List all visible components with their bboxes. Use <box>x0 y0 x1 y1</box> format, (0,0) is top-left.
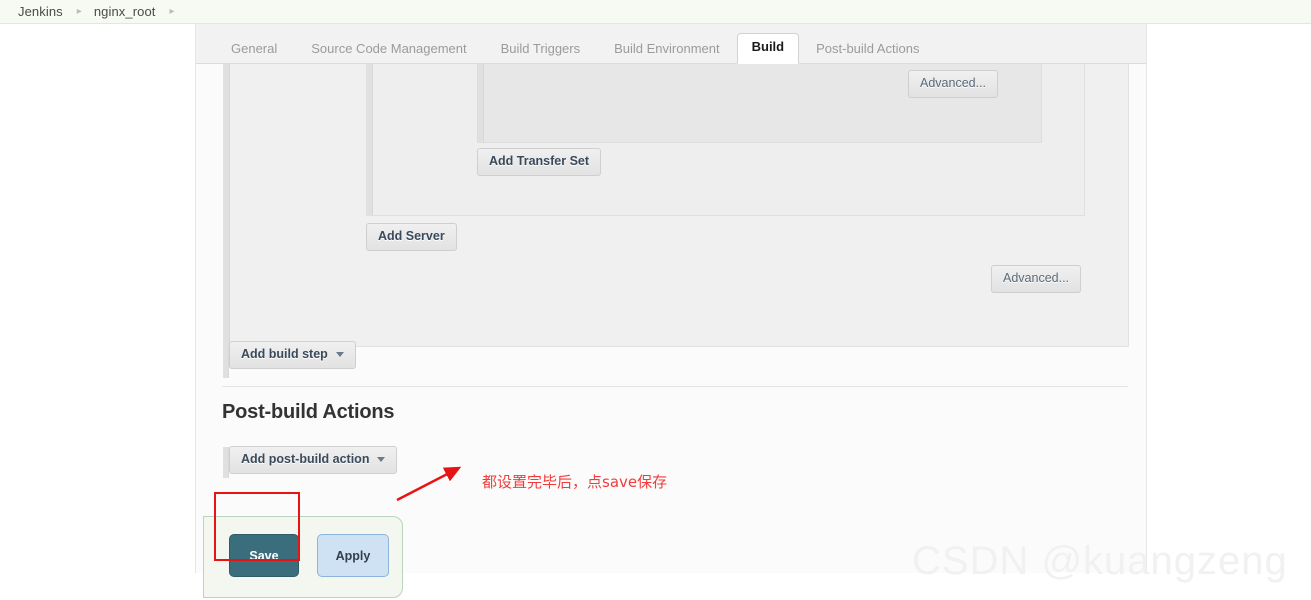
add-build-step-button[interactable]: Add build step <box>229 341 356 369</box>
breadcrumb-separator-icon: ▸ <box>76 5 82 17</box>
tab-source-code-management[interactable]: Source Code Management <box>294 35 483 64</box>
add-build-step-label: Add build step <box>241 347 328 361</box>
server-block: Advanced... Add Transfer Set <box>366 64 1085 216</box>
block-gutter-bar <box>224 64 230 347</box>
add-transfer-set-button[interactable]: Add Transfer Set <box>477 148 602 176</box>
breadcrumb: Jenkins ▸ nginx_root ▸ <box>0 0 1311 24</box>
annotation-text: 都设置完毕后，点save保存 <box>482 473 668 491</box>
section-divider <box>222 386 1128 387</box>
tab-general[interactable]: General <box>214 35 294 64</box>
breadcrumb-item-jenkins[interactable]: Jenkins <box>18 4 63 19</box>
advanced-inner-button[interactable]: Advanced... <box>908 70 999 98</box>
build-step-outer-block: Advanced... Add Transfer Set Add Server … <box>223 64 1129 347</box>
chevron-down-icon <box>335 352 344 357</box>
add-post-build-action-button[interactable]: Add post-build action <box>229 446 398 474</box>
add-post-build-action-label: Add post-build action <box>241 452 370 466</box>
submit-button-bar: Save Apply <box>203 516 403 598</box>
config-tab-bar: General Source Code Management Build Tri… <box>196 24 1146 64</box>
tab-build-environment[interactable]: Build Environment <box>597 35 737 64</box>
breadcrumb-item-nginx-root[interactable]: nginx_root <box>94 4 156 19</box>
block-gutter-bar <box>367 64 373 216</box>
add-server-button[interactable]: Add Server <box>366 223 457 251</box>
block-gutter-bar <box>478 64 484 143</box>
advanced-outer-button[interactable]: Advanced... <box>991 265 1082 293</box>
save-button[interactable]: Save <box>229 534 299 577</box>
post-build-actions-heading: Post-build Actions <box>222 401 395 423</box>
chevron-down-icon <box>377 457 386 462</box>
transfer-set-block: Advanced... <box>477 64 1042 143</box>
apply-button[interactable]: Apply <box>317 534 389 577</box>
tab-post-build-actions[interactable]: Post-build Actions <box>799 35 936 64</box>
tab-build[interactable]: Build <box>736 33 800 64</box>
config-content-body: Advanced... Add Transfer Set Add Server … <box>196 64 1146 598</box>
breadcrumb-separator-icon: ▸ <box>169 5 175 17</box>
config-page-panel: General Source Code Management Build Tri… <box>195 24 1147 598</box>
tab-build-triggers[interactable]: Build Triggers <box>484 35 597 64</box>
